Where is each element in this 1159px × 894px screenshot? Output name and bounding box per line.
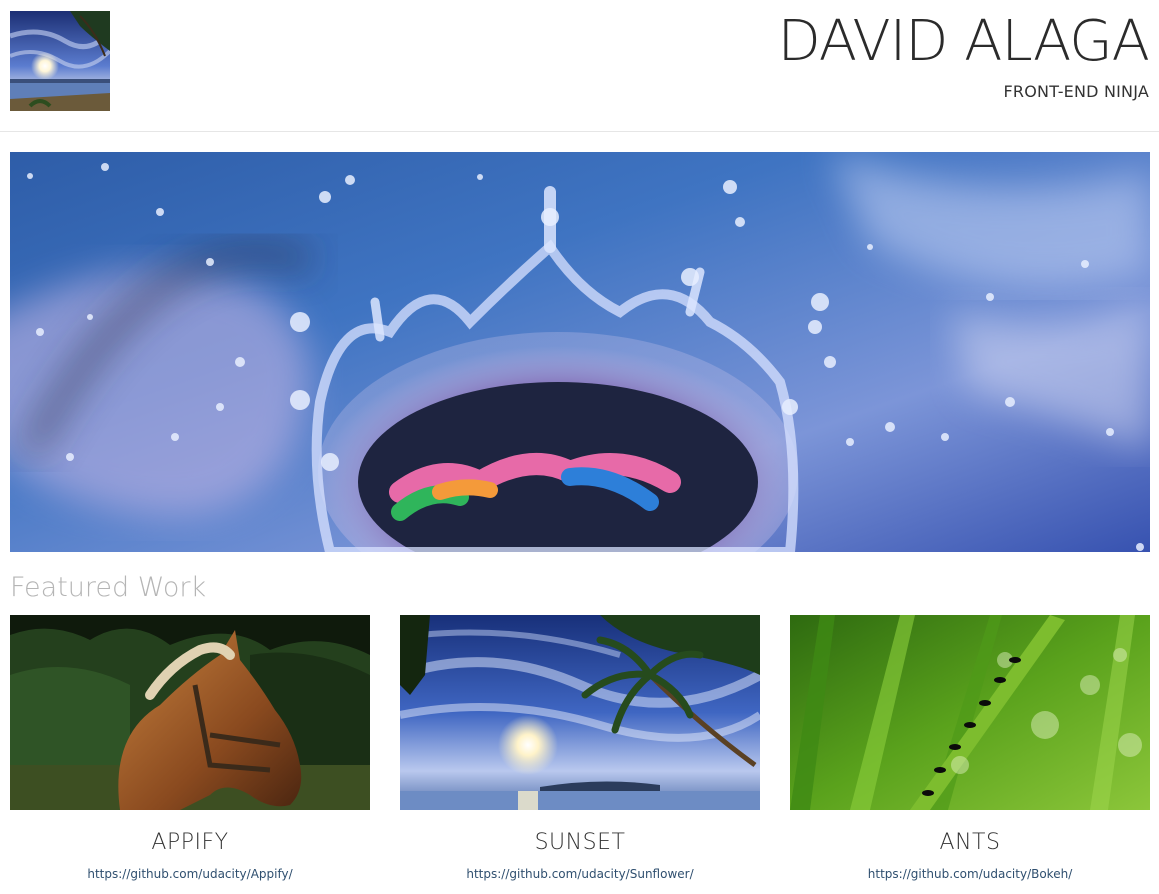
project-title: SUNSET (534, 830, 626, 855)
project-card-appify: APPIFY https://github.com/udacity/Appify… (10, 615, 370, 881)
project-title: APPIFY (151, 830, 229, 855)
site-title: DAVID ALAGA (777, 9, 1150, 74)
hero-image (10, 152, 1150, 552)
project-link[interactable]: https://github.com/udacity/Appify/ (10, 867, 370, 881)
project-thumbnail-horse[interactable] (10, 615, 370, 810)
project-link[interactable]: https://github.com/udacity/Bokeh/ (790, 867, 1150, 881)
logo-image[interactable] (10, 11, 110, 111)
project-thumbnail-sunset[interactable] (400, 615, 760, 810)
project-thumbnail-ants[interactable] (790, 615, 1150, 810)
project-card-sunset: SUNSET https://github.com/udacity/Sunflo… (400, 615, 760, 881)
project-title: ANTS (939, 830, 1001, 855)
project-link[interactable]: https://github.com/udacity/Sunflower/ (400, 867, 760, 881)
site-header: DAVID ALAGA FRONT-END NINJA (0, 0, 1159, 132)
featured-work-heading: Featured Work (10, 572, 207, 603)
project-card-ants: ANTS https://github.com/udacity/Bokeh/ (790, 615, 1150, 881)
site-tagline: FRONT-END NINJA (1003, 82, 1149, 101)
